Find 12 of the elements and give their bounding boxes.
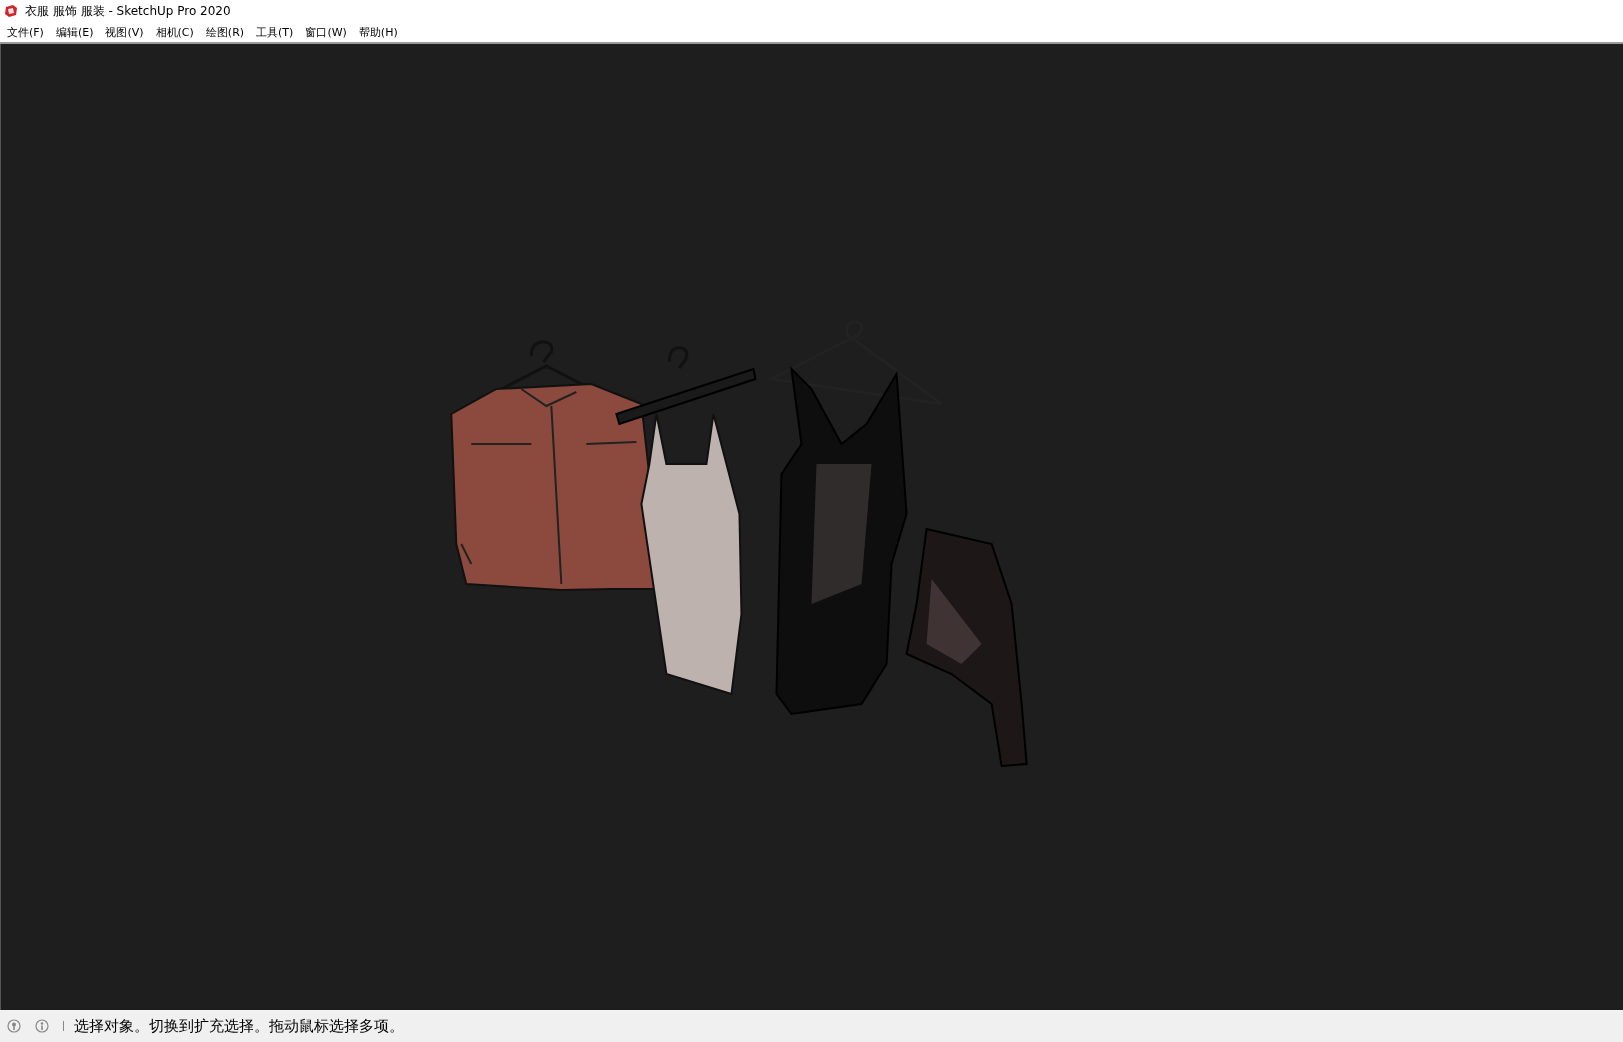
window-title: 衣服 服饰 服装 - SketchUp Pro 2020 [25, 2, 231, 20]
menu-item[interactable]: 视图(V) [105, 24, 144, 40]
app-logo-icon [4, 4, 18, 18]
status-message: 选择对象。切换到扩充选择。拖动鼠标选择多项。 [74, 1016, 404, 1036]
menu-item[interactable]: 工具(T) [256, 24, 294, 40]
menu-item[interactable]: 窗口(W) [305, 24, 347, 40]
menu-item[interactable]: 绘图(R) [205, 24, 245, 40]
menu-item[interactable]: 相机(C) [155, 24, 194, 40]
menu-item[interactable]: 帮助(H) [358, 24, 398, 40]
menu-item[interactable]: 文件(F) [7, 24, 44, 40]
menu-item[interactable]: 编辑(E) [55, 24, 94, 40]
3d-viewport[interactable] [0, 44, 1623, 1010]
